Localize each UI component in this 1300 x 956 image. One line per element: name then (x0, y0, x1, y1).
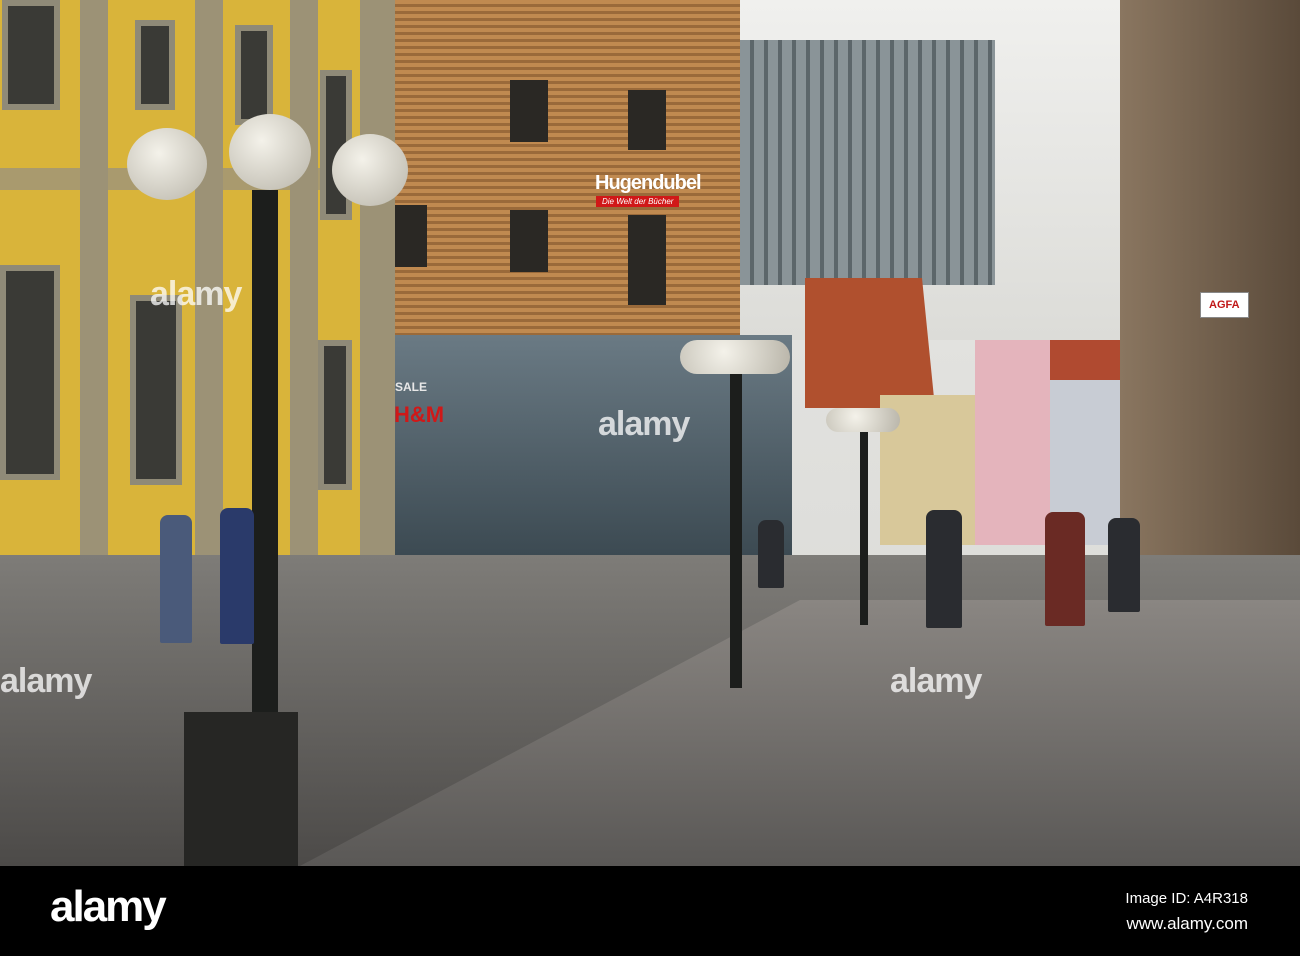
watermark: alamy (598, 405, 690, 443)
footer-bar (0, 866, 1300, 956)
alamy-logo: alamy (50, 882, 167, 931)
pedestrian (160, 515, 192, 643)
lamp-globes (680, 340, 790, 374)
watermark: alamy (890, 662, 982, 700)
street-photo: Hugendubel Die Welt der Bücher SALE H&M … (0, 0, 1300, 866)
red-roof-building (805, 278, 935, 408)
agfa-sign: AGFA (1200, 292, 1249, 318)
trash-bin (184, 712, 298, 866)
lamp-post (730, 370, 742, 688)
pedestrian (926, 510, 962, 628)
sale-sign: SALE (395, 380, 428, 394)
hm-sign: H&M (394, 402, 445, 427)
hugendubel-tagline: Die Welt der Bücher (596, 196, 680, 207)
image-id: Image ID: A4R318 (1125, 890, 1248, 907)
pink-house (975, 340, 1050, 545)
lamp-globe (127, 128, 207, 200)
watermark: alamy (150, 275, 242, 313)
pedestrian (1108, 518, 1140, 612)
pedestrian (1045, 512, 1085, 626)
lamp-post (252, 190, 278, 780)
hugendubel-building (395, 0, 740, 340)
watermark: alamy (0, 662, 92, 700)
glass-office-building (740, 40, 995, 285)
yellow-building (0, 0, 395, 635)
site-url[interactable]: www.alamy.com (1126, 914, 1248, 934)
pedestrian (220, 508, 254, 644)
lamp-globes (826, 408, 900, 432)
lamp-globe (332, 134, 408, 206)
pedestrian (758, 520, 784, 588)
lamp-post (860, 425, 868, 625)
lamp-globe (229, 114, 311, 190)
hugendubel-sign: Hugendubel (595, 172, 702, 194)
